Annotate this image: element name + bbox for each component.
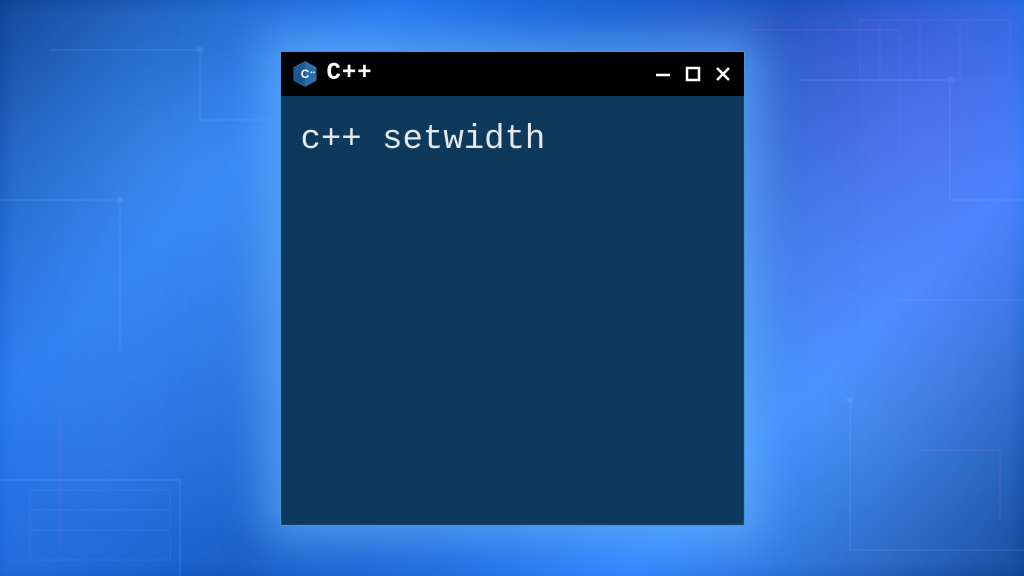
close-button[interactable] (712, 63, 734, 85)
content-text: c++ setwidth (301, 118, 724, 162)
svg-text:C: C (300, 67, 309, 80)
window-controls (652, 63, 734, 85)
maximize-button[interactable] (682, 63, 704, 85)
titlebar[interactable]: C + + C++ (281, 52, 744, 96)
cpp-logo-icon: C + + (291, 60, 319, 88)
minimize-button[interactable] (652, 63, 674, 85)
app-window: C + + C++ c++ setwidth (280, 51, 745, 526)
svg-text:+: + (312, 70, 315, 75)
content-area: c++ setwidth (281, 96, 744, 525)
window-title: C++ (327, 60, 373, 87)
